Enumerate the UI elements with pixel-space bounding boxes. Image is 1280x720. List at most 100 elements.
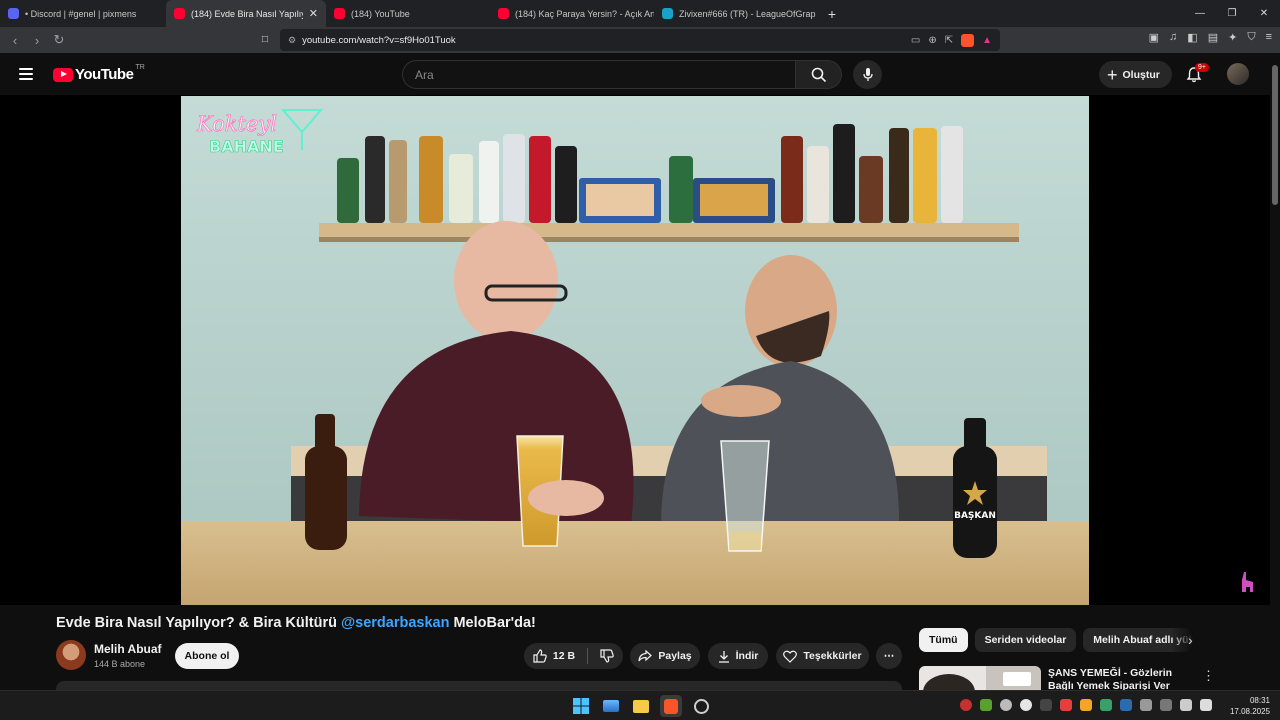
menu-icon[interactable]: ≡ <box>1266 31 1272 44</box>
thanks-button[interactable]: Teşekkürler <box>776 643 869 669</box>
chip-series[interactable]: Seriden videolar <box>974 628 1077 652</box>
file-explorer-icon[interactable] <box>630 695 652 717</box>
tray-nvidia-icon[interactable] <box>980 699 992 711</box>
back-icon[interactable]: ‹ <box>4 29 26 51</box>
tray-settings-icon[interactable] <box>1020 699 1032 711</box>
create-button[interactable]: + Oluştur <box>1099 61 1172 88</box>
new-tab-button[interactable]: + <box>822 6 842 22</box>
battery-icon[interactable] <box>1200 699 1212 711</box>
leo-ai-icon[interactable]: ✦ <box>1228 31 1237 44</box>
kokteyl-logo-line1: Kokteyl <box>196 112 277 136</box>
windows-logo-icon <box>573 698 589 714</box>
search-icon <box>811 67 826 82</box>
wallet-icon[interactable]: ▤ <box>1208 31 1218 44</box>
tray-app-icon[interactable] <box>960 699 972 711</box>
title-mention-link[interactable]: @serdarbaskan <box>341 615 449 631</box>
widgets-app-icon[interactable] <box>600 695 622 717</box>
start-button[interactable] <box>570 695 592 717</box>
window-controls: — ❐ ✕ <box>1184 0 1280 27</box>
tab-label: • Discord | #genel | pixmens <box>25 8 137 19</box>
minimize-button[interactable]: — <box>1184 0 1216 27</box>
brave-rewards-icon[interactable]: ▲ <box>982 35 992 46</box>
youtube-favicon-icon <box>498 8 509 19</box>
thanks-label: Teşekkürler <box>803 650 862 662</box>
maximize-button[interactable]: ❐ <box>1216 0 1248 27</box>
media-icon[interactable]: ♫ <box>1169 31 1177 44</box>
kokteyl-logo-line2: BAHANE <box>209 137 284 156</box>
thumbnail-image <box>923 672 1031 690</box>
more-actions-button[interactable]: ⋯ <box>876 643 902 669</box>
taskbar-apps <box>570 695 712 717</box>
page-scrollbar[interactable] <box>1270 53 1280 690</box>
region-code: TR <box>135 64 145 71</box>
address-bar[interactable]: ⚙ youtube.com/watch?v=sf9Ho01Tuok ▭ ⊕ ⇱ … <box>280 29 1000 51</box>
chip-channel-uploads[interactable]: Melih Abuaf adlı yükl <box>1083 628 1194 652</box>
download-button[interactable]: İndir <box>708 643 768 669</box>
tray-blue-icon[interactable] <box>1120 699 1132 711</box>
voice-search-button[interactable] <box>853 60 882 89</box>
subscribe-button[interactable]: Abone ol <box>175 643 239 669</box>
bookmark-icon[interactable]: ⌑ <box>254 29 276 51</box>
search-button[interactable] <box>796 60 842 89</box>
like-count[interactable]: 12 B <box>553 650 575 662</box>
youtube-wordmark: YouTube <box>75 66 134 83</box>
like-divider <box>587 648 589 664</box>
brave-shields-icon[interactable] <box>961 33 975 47</box>
url-text: youtube.com/watch?v=sf9Ho01Tuok <box>302 34 456 46</box>
cast-icon[interactable]: ▭ <box>911 35 920 46</box>
windows-taskbar: 08:31 17.08.2025 <box>0 690 1280 720</box>
recommended-title[interactable]: ŞANS YEMEĞİ - Gözlerin Bağlı Yemek Sipar… <box>1048 667 1188 690</box>
dislike-icon[interactable] <box>600 649 614 663</box>
taskbar-clock[interactable]: 08:31 17.08.2025 <box>1230 695 1270 717</box>
beer-bottle-left <box>305 446 347 550</box>
sidebar-panel-icon[interactable]: ▣ <box>1149 31 1159 44</box>
tray-orange-icon[interactable] <box>1080 699 1092 711</box>
reload-icon[interactable]: ↻ <box>48 29 70 51</box>
recommended-menu-icon[interactable]: ⋮ <box>1202 668 1215 684</box>
beer-bottle-right <box>953 446 997 558</box>
channel-avatar[interactable] <box>56 640 86 670</box>
tab-kac-paraya[interactable]: (184) Kaç Paraya Yersin? - Açık Artırm <box>490 0 654 27</box>
chips-next-icon[interactable]: › <box>1188 632 1193 648</box>
chip-all[interactable]: Tümü <box>919 628 968 652</box>
recommended-thumbnail[interactable] <box>919 666 1041 690</box>
super-thanks-icon <box>783 650 798 663</box>
search-input[interactable] <box>415 67 795 82</box>
youtube-logo[interactable]: YouTube TR <box>53 64 145 83</box>
site-info-icon[interactable]: ⚙ <box>288 35 296 46</box>
share-button[interactable]: Paylaş <box>630 643 700 669</box>
tray-app2-icon[interactable] <box>1040 699 1052 711</box>
close-window-button[interactable]: ✕ <box>1248 0 1280 27</box>
share-icon[interactable]: ⇱ <box>945 35 953 46</box>
clock-date: 17.08.2025 <box>1229 707 1270 716</box>
browser-toolbar: ‹ › ↻ ⌑ ⚙ youtube.com/watch?v=sf9Ho01Tuo… <box>0 27 1280 53</box>
zoom-icon[interactable]: ⊕ <box>928 35 936 46</box>
tab-active-video[interactable]: (184) Evde Bira Nasıl Yapılıyor ✕ <box>166 0 326 27</box>
microphone-icon <box>862 67 873 81</box>
account-avatar[interactable] <box>1227 63 1249 85</box>
tab-youtube-home[interactable]: (184) YouTube <box>326 0 490 27</box>
channel-name[interactable]: Melih Abuaf <box>94 642 162 656</box>
close-tab-icon[interactable]: ✕ <box>303 7 318 20</box>
create-label: Oluştur <box>1122 68 1160 81</box>
notification-badge: 9+ <box>1195 63 1209 72</box>
tray-red-icon[interactable] <box>1060 699 1072 711</box>
scrollbar-thumb[interactable] <box>1272 65 1278 205</box>
video-player[interactable]: Kokteyl BAHANE BAŞKAN <box>181 96 1089 605</box>
side-panel-icon[interactable]: ◧ <box>1187 31 1197 44</box>
brave-browser-icon[interactable] <box>660 695 682 717</box>
tab-leagueofgraphs[interactable]: Zivixen#666 (TR) - LeagueOfGraphs <box>654 0 816 27</box>
tab-discord[interactable]: • Discord | #genel | pixmens <box>0 0 160 27</box>
volume-icon[interactable] <box>1180 699 1192 711</box>
tray-mic-icon[interactable] <box>1140 699 1152 711</box>
vpn-icon[interactable]: ⛉ <box>1247 31 1255 44</box>
llama-extension-icon[interactable] <box>1238 570 1256 594</box>
like-icon[interactable] <box>533 649 547 663</box>
tray-green-icon[interactable] <box>1100 699 1112 711</box>
plus-icon: + <box>1107 64 1118 85</box>
tray-monitor-icon[interactable] <box>1160 699 1172 711</box>
forward-icon[interactable]: › <box>26 29 48 51</box>
steam-app-icon[interactable] <box>690 695 712 717</box>
guide-menu-icon[interactable] <box>19 68 33 80</box>
tray-arrow-icon[interactable] <box>1000 699 1012 711</box>
